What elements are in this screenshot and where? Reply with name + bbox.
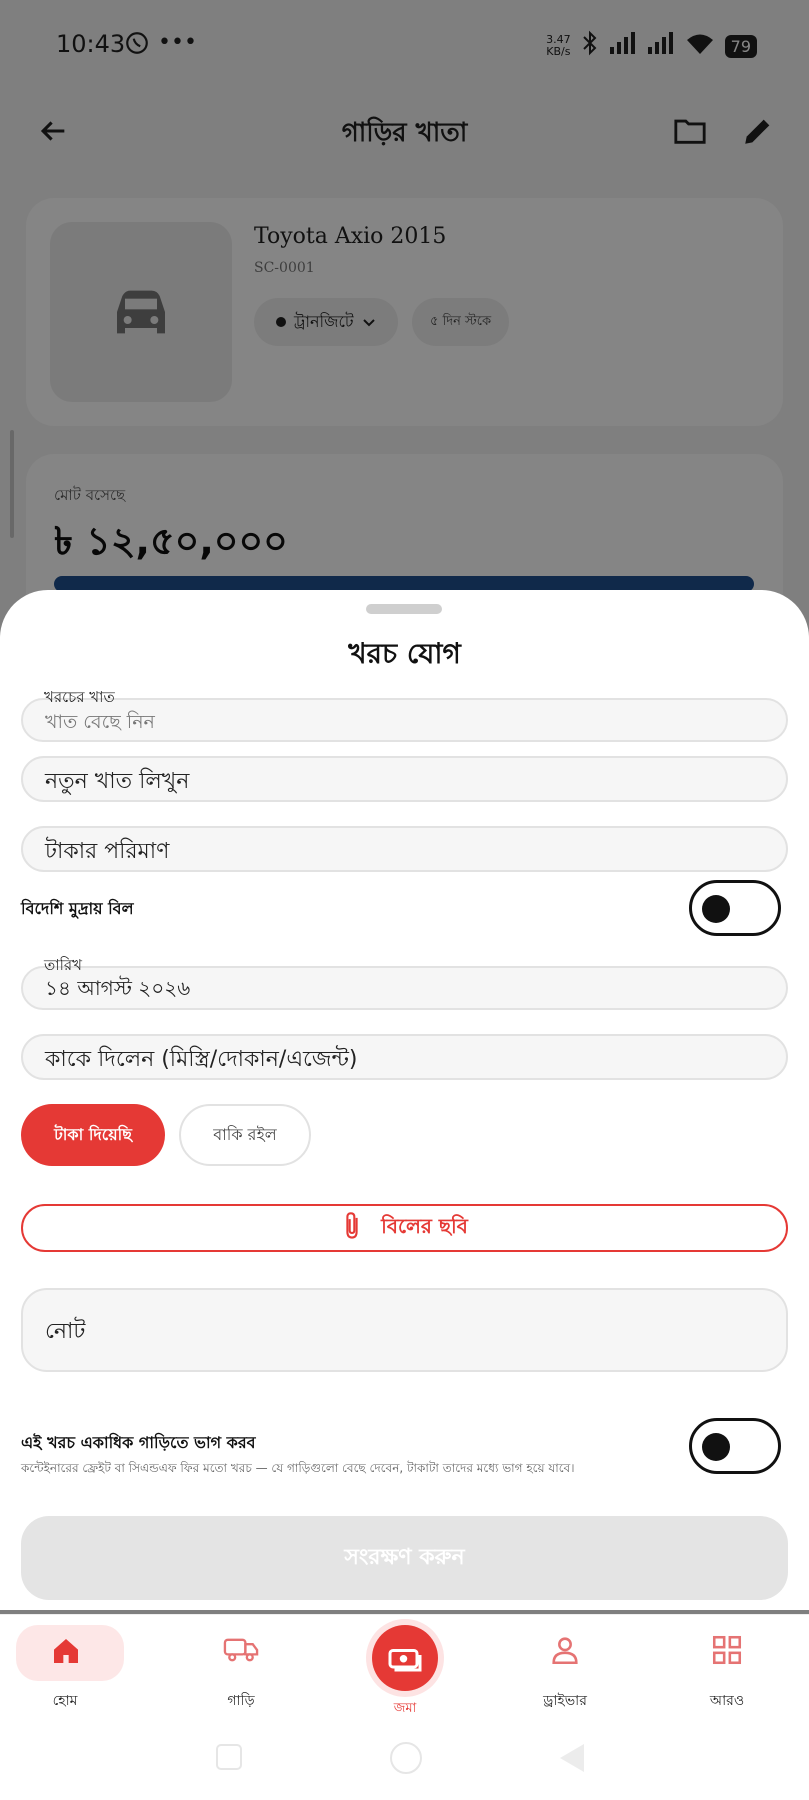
split-toggle[interactable]: [689, 1418, 781, 1474]
person-icon: [552, 1637, 578, 1665]
bill-photo-label: বিলের ছবি: [381, 1213, 468, 1238]
grid-icon: [712, 1635, 742, 1665]
date-label: তারিখ: [44, 956, 82, 974]
new-category-input[interactable]: নতুন খাত লিখুন: [21, 756, 788, 802]
save-button[interactable]: সংরক্ষণ করুন: [21, 1516, 788, 1600]
amount-input[interactable]: টাকার পরিমাণ: [21, 826, 788, 872]
toggle-knob: [702, 895, 730, 923]
nav-driver[interactable]: ড্রাইভার: [500, 1615, 630, 1715]
due-button[interactable]: বাকি রইল: [179, 1104, 311, 1166]
paperclip-icon: [341, 1211, 363, 1246]
sheet-drag-handle[interactable]: [366, 604, 442, 614]
new-category-placeholder: নতুন খাত লিখুন: [45, 769, 190, 794]
bottom-nav: হোম গাড়ি জমা ড্রাইভার আরও: [0, 1614, 809, 1716]
nav-more-label: আরও: [709, 1693, 745, 1709]
nav-home-label: হোম: [52, 1693, 78, 1709]
back-triangle-icon[interactable]: [560, 1744, 584, 1772]
paid-button[interactable]: টাকা দিয়েছি: [21, 1104, 165, 1166]
note-placeholder: নোট: [45, 1319, 86, 1344]
split-description: কন্টেইনারের ফ্রেইট বা সিএন্ডএফ ফির মতো খ…: [21, 1461, 575, 1475]
nav-driver-label: ড্রাইভার: [543, 1693, 587, 1709]
home-icon: [54, 1639, 78, 1663]
nav-home[interactable]: হোম: [0, 1615, 130, 1715]
toggle-knob: [702, 1433, 730, 1461]
split-title: এই খরচ একাধিক গাড়িতে ভাগ করব: [21, 1433, 256, 1452]
payee-placeholder: কাকে দিলেন (মিস্ত্রি/দোকান/এজেন্ট): [45, 1047, 358, 1072]
truck-icon: [223, 1638, 259, 1662]
nav-more[interactable]: আরও: [662, 1615, 792, 1715]
nav-vehicles[interactable]: গাড়ি: [176, 1615, 306, 1715]
amount-placeholder: টাকার পরিমাণ: [45, 839, 170, 864]
sheet-title: খরচ যোগ: [348, 637, 461, 670]
foreign-currency-toggle[interactable]: [689, 880, 781, 936]
category-label: খরচের খাত: [44, 688, 115, 706]
home-circle-icon[interactable]: [390, 1742, 422, 1774]
recents-icon[interactable]: [216, 1744, 242, 1770]
nav-vehicles-label: গাড়ি: [227, 1693, 255, 1709]
add-expense-sheet: খরচ যোগ খাত বেছে নিন খরচের খাত নতুন খাত …: [0, 590, 809, 1610]
deposit-fab[interactable]: [372, 1625, 438, 1691]
category-select[interactable]: খাত বেছে নিন: [21, 698, 788, 742]
date-field[interactable]: ১৪ আগস্ট ২০২৬: [21, 966, 788, 1010]
note-input[interactable]: নোট: [21, 1288, 788, 1372]
bill-photo-button[interactable]: বিলের ছবি: [21, 1204, 788, 1252]
cash-icon: [388, 1649, 422, 1672]
payee-input[interactable]: কাকে দিলেন (মিস্ত্রি/দোকান/এজেন্ট): [21, 1034, 788, 1080]
foreign-currency-label: বিদেশি মুদ্রায় বিল: [21, 899, 134, 918]
system-nav-bar: [0, 1714, 809, 1800]
category-placeholder: খাত বেছে নিন: [45, 711, 155, 733]
